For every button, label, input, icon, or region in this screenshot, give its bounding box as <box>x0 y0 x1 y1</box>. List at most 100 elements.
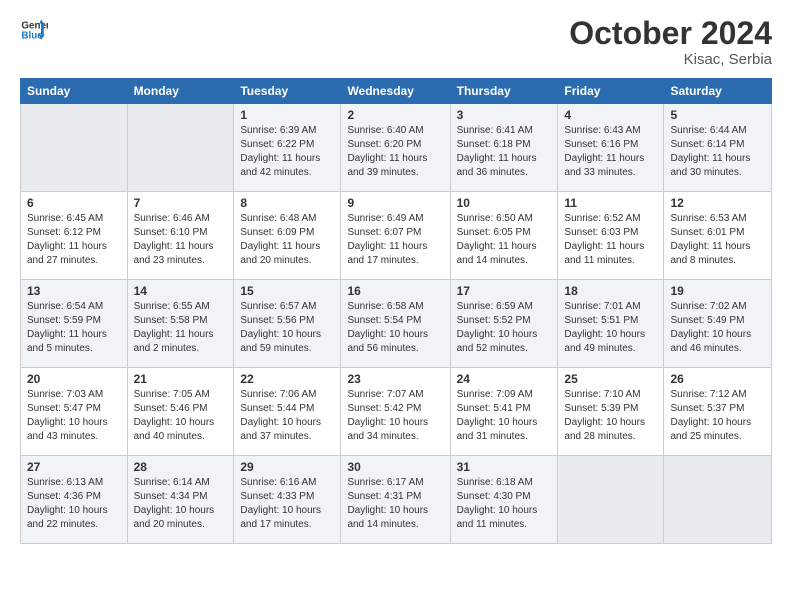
day-number: 22 <box>240 372 334 386</box>
week-row-4: 20 Sunrise: 7:03 AM Sunset: 5:47 PM Dayli… <box>21 368 772 456</box>
day-number: 16 <box>347 284 443 298</box>
day-info: Sunrise: 6:39 AM Sunset: 6:22 PM Dayligh… <box>240 124 334 180</box>
location: Kisac, Serbia <box>569 51 772 68</box>
day-cell: 14 Sunrise: 6:55 AM Sunset: 5:58 PM Dayli… <box>127 280 234 368</box>
day-cell: 26Sunrise: 7:12 AM Sunset: 5:37 PM Dayli… <box>664 368 772 456</box>
day-cell <box>127 104 234 192</box>
day-info: Sunrise: 6:41 AM Sunset: 6:18 PM Dayligh… <box>457 124 552 180</box>
day-cell: 5 Sunrise: 6:44 AM Sunset: 6:14 PM Daylig… <box>664 104 772 192</box>
day-info: Sunrise: 6:16 AM Sunset: 4:33 PM Dayligh… <box>240 476 334 532</box>
day-cell: 22Sunrise: 7:06 AM Sunset: 5:44 PM Dayli… <box>234 368 341 456</box>
day-info: Sunrise: 6:50 AM Sunset: 6:05 PM Dayligh… <box>457 212 552 268</box>
day-cell: 1 Sunrise: 6:39 AM Sunset: 6:22 PM Daylig… <box>234 104 341 192</box>
day-number: 21 <box>134 372 228 386</box>
day-cell: 2Sunrise: 6:40 AM Sunset: 6:20 PM Daylig… <box>341 104 450 192</box>
day-cell: 17 Sunrise: 6:59 AM Sunset: 5:52 PM Dayli… <box>450 280 558 368</box>
day-cell: 7Sunrise: 6:46 AM Sunset: 6:10 PM Daylig… <box>127 192 234 280</box>
day-cell: 15 Sunrise: 6:57 AM Sunset: 5:56 PM Dayli… <box>234 280 341 368</box>
day-info: Sunrise: 7:02 AM Sunset: 5:49 PM Dayligh… <box>670 300 765 356</box>
day-cell: 4Sunrise: 6:43 AM Sunset: 6:16 PM Daylig… <box>558 104 664 192</box>
day-info: Sunrise: 6:14 AM Sunset: 4:34 PM Dayligh… <box>134 476 228 532</box>
day-number: 24 <box>457 372 552 386</box>
day-cell: 30 Sunrise: 6:17 AM Sunset: 4:31 PM Dayli… <box>341 456 450 544</box>
day-number: 10 <box>457 196 552 210</box>
day-number: 8 <box>240 196 334 210</box>
week-row-5: 27 Sunrise: 6:13 AM Sunset: 4:36 PM Dayli… <box>21 456 772 544</box>
day-number: 2 <box>347 108 443 122</box>
header-row: Sunday Monday Tuesday Wednesday Thursday… <box>21 79 772 104</box>
day-number: 1 <box>240 108 334 122</box>
header-thursday: Thursday <box>450 79 558 104</box>
day-cell: 13 Sunrise: 6:54 AM Sunset: 5:59 PM Dayli… <box>21 280 128 368</box>
day-cell: 19 Sunrise: 7:02 AM Sunset: 5:49 PM Dayli… <box>664 280 772 368</box>
day-number: 31 <box>457 460 552 474</box>
day-info: Sunrise: 6:13 AM Sunset: 4:36 PM Dayligh… <box>27 476 121 532</box>
day-info: Sunrise: 6:59 AM Sunset: 5:52 PM Dayligh… <box>457 300 552 356</box>
day-cell: 12Sunrise: 6:53 AM Sunset: 6:01 PM Dayli… <box>664 192 772 280</box>
day-cell: 27 Sunrise: 6:13 AM Sunset: 4:36 PM Dayli… <box>21 456 128 544</box>
header-tuesday: Tuesday <box>234 79 341 104</box>
logo-icon: General Blue <box>20 16 48 44</box>
day-number: 7 <box>134 196 228 210</box>
day-info: Sunrise: 7:07 AM Sunset: 5:42 PM Dayligh… <box>347 388 443 444</box>
calendar-table: Sunday Monday Tuesday Wednesday Thursday… <box>20 78 772 544</box>
day-number: 6 <box>27 196 121 210</box>
day-cell <box>558 456 664 544</box>
day-cell: 6 Sunrise: 6:45 AM Sunset: 6:12 PM Daylig… <box>21 192 128 280</box>
day-info: Sunrise: 6:48 AM Sunset: 6:09 PM Dayligh… <box>240 212 334 268</box>
day-cell <box>664 456 772 544</box>
day-cell: 11 Sunrise: 6:52 AM Sunset: 6:03 PM Dayli… <box>558 192 664 280</box>
day-cell: 25 Sunrise: 7:10 AM Sunset: 5:39 PM Dayli… <box>558 368 664 456</box>
day-info: Sunrise: 6:18 AM Sunset: 4:30 PM Dayligh… <box>457 476 552 532</box>
day-info: Sunrise: 6:49 AM Sunset: 6:07 PM Dayligh… <box>347 212 443 268</box>
day-number: 19 <box>670 284 765 298</box>
day-cell <box>21 104 128 192</box>
day-number: 13 <box>27 284 121 298</box>
day-info: Sunrise: 6:44 AM Sunset: 6:14 PM Dayligh… <box>670 124 765 180</box>
day-number: 25 <box>564 372 657 386</box>
day-info: Sunrise: 6:55 AM Sunset: 5:58 PM Dayligh… <box>134 300 228 356</box>
day-info: Sunrise: 6:54 AM Sunset: 5:59 PM Dayligh… <box>27 300 121 356</box>
header-monday: Monday <box>127 79 234 104</box>
logo: General Blue <box>20 16 48 44</box>
header-sunday: Sunday <box>21 79 128 104</box>
day-cell: 18Sunrise: 7:01 AM Sunset: 5:51 PM Dayli… <box>558 280 664 368</box>
day-info: Sunrise: 7:10 AM Sunset: 5:39 PM Dayligh… <box>564 388 657 444</box>
day-number: 30 <box>347 460 443 474</box>
day-cell: 24 Sunrise: 7:09 AM Sunset: 5:41 PM Dayli… <box>450 368 558 456</box>
page-header: General Blue October 2024 Kisac, Serbia <box>20 16 772 68</box>
day-cell: 21 Sunrise: 7:05 AM Sunset: 5:46 PM Dayli… <box>127 368 234 456</box>
day-number: 26 <box>670 372 765 386</box>
day-info: Sunrise: 6:57 AM Sunset: 5:56 PM Dayligh… <box>240 300 334 356</box>
day-cell: 31 Sunrise: 6:18 AM Sunset: 4:30 PM Dayli… <box>450 456 558 544</box>
day-cell: 29 Sunrise: 6:16 AM Sunset: 4:33 PM Dayli… <box>234 456 341 544</box>
day-info: Sunrise: 6:52 AM Sunset: 6:03 PM Dayligh… <box>564 212 657 268</box>
week-row-3: 13 Sunrise: 6:54 AM Sunset: 5:59 PM Dayli… <box>21 280 772 368</box>
header-saturday: Saturday <box>664 79 772 104</box>
day-info: Sunrise: 6:45 AM Sunset: 6:12 PM Dayligh… <box>27 212 121 268</box>
day-number: 15 <box>240 284 334 298</box>
day-cell: 20 Sunrise: 7:03 AM Sunset: 5:47 PM Dayli… <box>21 368 128 456</box>
day-number: 29 <box>240 460 334 474</box>
day-info: Sunrise: 6:58 AM Sunset: 5:54 PM Dayligh… <box>347 300 443 356</box>
day-cell: 10 Sunrise: 6:50 AM Sunset: 6:05 PM Dayli… <box>450 192 558 280</box>
day-cell: 23Sunrise: 7:07 AM Sunset: 5:42 PM Dayli… <box>341 368 450 456</box>
day-cell: 28Sunrise: 6:14 AM Sunset: 4:34 PM Dayli… <box>127 456 234 544</box>
day-info: Sunrise: 6:17 AM Sunset: 4:31 PM Dayligh… <box>347 476 443 532</box>
title-block: October 2024 Kisac, Serbia <box>569 16 772 68</box>
day-info: Sunrise: 7:05 AM Sunset: 5:46 PM Dayligh… <box>134 388 228 444</box>
day-number: 27 <box>27 460 121 474</box>
day-number: 17 <box>457 284 552 298</box>
header-wednesday: Wednesday <box>341 79 450 104</box>
day-number: 11 <box>564 196 657 210</box>
day-number: 14 <box>134 284 228 298</box>
day-number: 9 <box>347 196 443 210</box>
day-number: 20 <box>27 372 121 386</box>
day-number: 4 <box>564 108 657 122</box>
day-number: 5 <box>670 108 765 122</box>
day-info: Sunrise: 7:09 AM Sunset: 5:41 PM Dayligh… <box>457 388 552 444</box>
month-title: October 2024 <box>569 16 772 51</box>
week-row-1: 1 Sunrise: 6:39 AM Sunset: 6:22 PM Daylig… <box>21 104 772 192</box>
day-info: Sunrise: 7:03 AM Sunset: 5:47 PM Dayligh… <box>27 388 121 444</box>
day-info: Sunrise: 6:53 AM Sunset: 6:01 PM Dayligh… <box>670 212 765 268</box>
